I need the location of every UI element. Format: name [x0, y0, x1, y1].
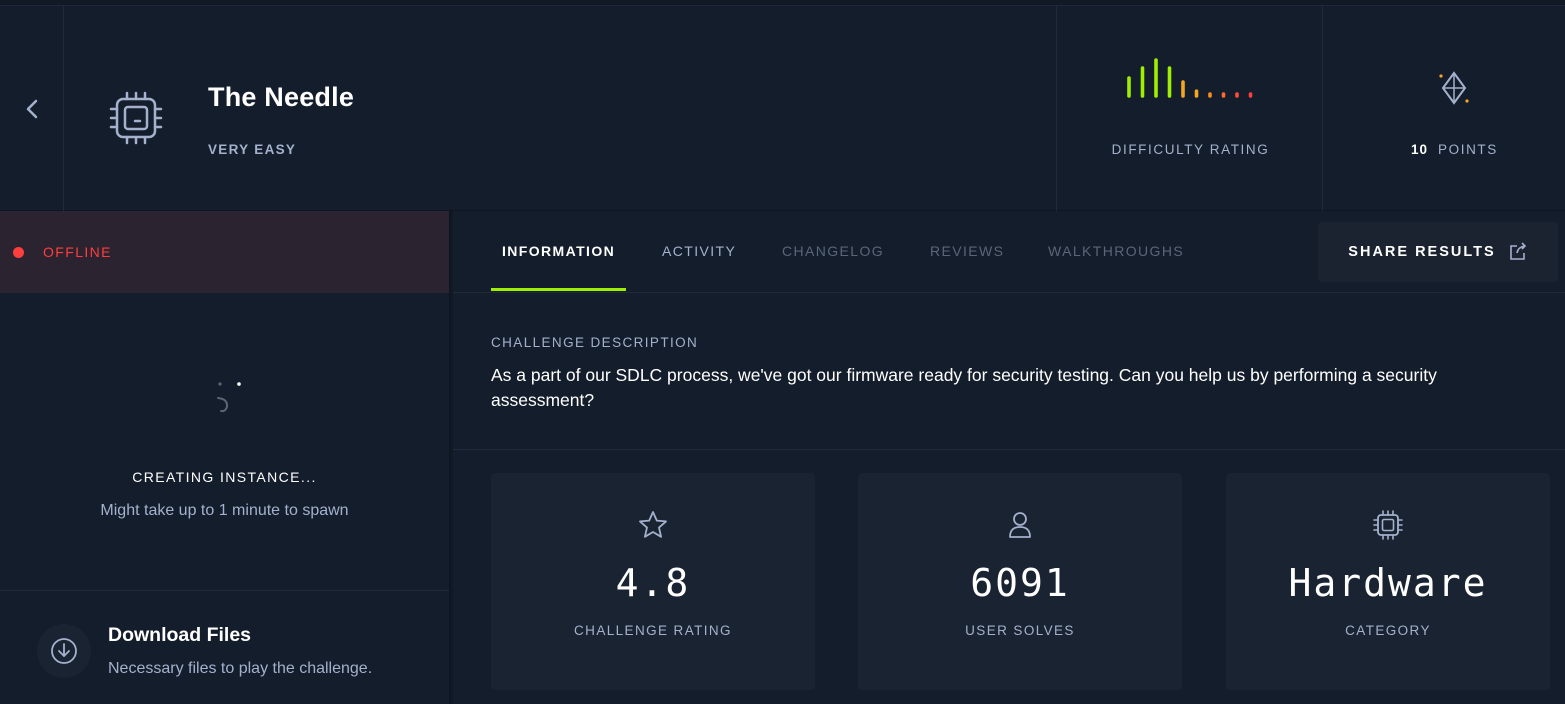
chip-icon	[1373, 510, 1403, 540]
tab-reviews[interactable]: REVIEWS	[930, 243, 1004, 259]
stat-value: Hardware	[1288, 561, 1488, 605]
tab-information[interactable]: INFORMATION	[502, 243, 615, 259]
tab-changelog[interactable]: CHANGELOG	[782, 243, 884, 259]
points-label-group: 10 POINTS	[1411, 142, 1498, 157]
main-panel: INFORMATION ACTIVITY CHANGELOG REVIEWS W…	[453, 211, 1565, 704]
download-button[interactable]	[37, 624, 91, 678]
stat-label: CHALLENGE RATING	[574, 623, 732, 638]
challenge-title: The Needle	[208, 82, 355, 112]
chip-icon	[109, 91, 163, 145]
divider	[453, 449, 1565, 450]
star-icon	[639, 511, 667, 538]
spawn-note: Might take up to 1 minute to spawn	[100, 502, 349, 519]
description-heading: CHALLENGE DESCRIPTION	[491, 335, 699, 350]
chevron-left-icon	[26, 99, 37, 118]
share-results-button[interactable]: SHARE RESULTS	[1318, 222, 1558, 282]
stat-value: 4.8	[615, 561, 691, 605]
divider	[0, 590, 449, 591]
points-value: 10	[1411, 142, 1429, 157]
share-icon	[1509, 242, 1526, 260]
download-description: Necessary files to play the challenge.	[108, 660, 373, 677]
status-text: OFFLINE	[43, 244, 112, 260]
difficulty-rating-panel: DIFFICULTY RATING	[1056, 6, 1323, 211]
points-label: POINTS	[1438, 142, 1498, 157]
stat-card-category: Hardware CATEGORY	[1226, 473, 1550, 690]
back-button[interactable]	[0, 6, 64, 211]
status-bar: OFFLINE	[0, 211, 449, 293]
points-panel: 10 POINTS	[1323, 6, 1565, 211]
loading-spinner-icon	[217, 382, 241, 413]
tab-activity[interactable]: ACTIVITY	[662, 243, 736, 259]
stat-card-solves: 6091 USER SOLVES	[858, 473, 1182, 690]
difficulty-rating-label: DIFFICULTY RATING	[1111, 142, 1270, 157]
challenge-header: The Needle VERY EASY DIFFICULTY RATING 1…	[0, 6, 1565, 211]
download-icon	[51, 638, 77, 664]
status-dot	[13, 246, 24, 258]
stat-label: CATEGORY	[1345, 623, 1431, 638]
stat-value: 6091	[970, 561, 1070, 605]
difficulty-bars	[1127, 58, 1253, 98]
gem-icon	[1439, 71, 1469, 105]
creating-instance-text: CREATING INSTANCE...	[132, 469, 317, 485]
share-results-label: SHARE RESULTS	[1348, 244, 1496, 260]
description-text: As a part of our SDLC process, we've got…	[491, 365, 1437, 410]
download-files-link[interactable]: Download Files	[108, 624, 251, 647]
stat-label: USER SOLVES	[965, 623, 1075, 638]
instance-panel: OFFLINE CREATING INSTANCE... Might take …	[0, 211, 451, 704]
tab-walkthroughs[interactable]: WALKTHROUGHS	[1048, 243, 1184, 259]
tab-bar: INFORMATION ACTIVITY CHANGELOG REVIEWS W…	[453, 211, 1565, 293]
user-icon	[1009, 512, 1031, 538]
stat-card-rating: 4.8 CHALLENGE RATING	[491, 473, 815, 690]
active-tab-indicator	[491, 288, 626, 291]
difficulty-tag: VERY EASY	[208, 142, 297, 157]
